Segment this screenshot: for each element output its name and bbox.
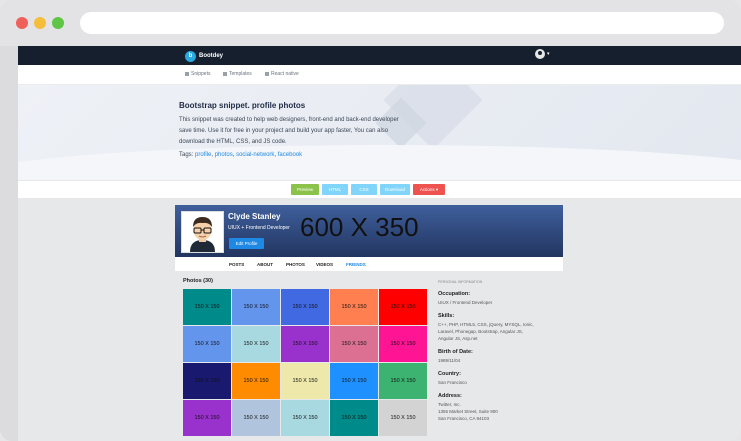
page-description: This snippet was created to help web des… [179, 117, 399, 145]
profile-tabs: POSTS ABOUT PHOTOS VIDEOS FRIENDS [175, 257, 563, 271]
photo-thumbnail[interactable]: 150 X 150 [232, 400, 280, 436]
profile-name: Clyde Stanley [228, 212, 281, 221]
photo-thumbnail[interactable]: 150 X 150 [379, 289, 427, 325]
address-bar[interactable] [80, 12, 724, 34]
brand-name: Bootdey [199, 53, 223, 59]
photo-thumbnail[interactable]: 150 X 150 [330, 289, 378, 325]
photo-thumbnail[interactable]: 150 X 150 [232, 363, 280, 399]
info-address: Address: Twitter, Inc. 1355 Market Stree… [438, 393, 498, 421]
page-title: Bootstrap snippet. profile photos [179, 101, 306, 110]
edit-profile-button[interactable]: Edit Profile [229, 238, 264, 249]
user-menu[interactable]: ▾ [535, 49, 550, 59]
download-button[interactable]: Download [380, 184, 410, 195]
photo-thumbnail[interactable]: 150 X 150 [379, 326, 427, 362]
photo-thumbnail[interactable]: 150 X 150 [379, 363, 427, 399]
cover-placeholder-text: 600 X 350 [300, 212, 419, 242]
avatar [181, 211, 224, 253]
info-skills: Skills: C++, PHP, HTML5, CSS, jQuery, MY… [438, 313, 534, 341]
mobile-icon [265, 72, 269, 76]
tag-link-photos[interactable]: photos [215, 152, 233, 158]
photo-thumbnail[interactable]: 150 X 150 [281, 400, 329, 436]
profile-cover: 600 X 350 Clyde Stanley UIUX + Frontend … [175, 205, 563, 257]
info-country: Country: San Francisco [438, 371, 467, 385]
photos-heading: Photos (30) [183, 278, 213, 284]
info-birth-date: Birth of Date: 1989/11/04 [438, 349, 473, 363]
template-icon [223, 72, 227, 76]
hero-section: Bootstrap snippet. profile photos This s… [18, 85, 741, 180]
info-occupation: Occupation: UIUX / Frontend Developer [438, 291, 493, 305]
action-bar: Preview HTML CSS Download Actions ▾ [18, 181, 741, 198]
tab-videos[interactable]: VIDEOS [316, 262, 333, 267]
photo-thumbnail[interactable]: 150 X 150 [330, 400, 378, 436]
maximize-window-dot[interactable] [52, 17, 64, 29]
personal-info: PERSONAL INFORMATION Occupation: UIUX / … [438, 280, 568, 429]
tag-link-social-network[interactable]: social-network [236, 152, 274, 158]
preview-button[interactable]: Preview [291, 184, 319, 195]
tab-friends[interactable]: FRIENDS [346, 262, 366, 267]
browser-chrome [0, 0, 741, 46]
photo-thumbnail[interactable]: 150 X 150 [183, 289, 231, 325]
minimize-window-dot[interactable] [34, 17, 46, 29]
info-header: PERSONAL INFORMATION [438, 280, 483, 284]
page-viewport: b Bootdey ▾ Snippets Templates React nat… [18, 46, 741, 441]
brand[interactable]: b Bootdey [185, 50, 223, 62]
photo-thumbnail[interactable]: 150 X 150 [379, 400, 427, 436]
top-navbar: b Bootdey ▾ [18, 46, 741, 65]
grid-icon [185, 72, 189, 76]
subnav-item-react-native[interactable]: React native [265, 71, 299, 77]
profile-role: UIUX + Frontend Developer [228, 225, 290, 231]
sub-navbar: Snippets Templates React native [18, 65, 741, 85]
tab-photos[interactable]: PHOTOS [286, 262, 305, 267]
tab-posts[interactable]: POSTS [229, 262, 244, 267]
photo-thumbnail[interactable]: 150 X 150 [330, 326, 378, 362]
css-button[interactable]: CSS [351, 184, 377, 195]
photo-thumbnail[interactable]: 150 X 150 [232, 326, 280, 362]
close-window-dot[interactable] [16, 17, 28, 29]
tag-link-facebook[interactable]: facebook [278, 152, 302, 158]
photo-thumbnail[interactable]: 150 X 150 [183, 363, 231, 399]
avatar-illustration-icon [182, 212, 223, 252]
chevron-down-icon: ▾ [547, 51, 550, 57]
tag-list: Tags: profile, photos, social-network, f… [179, 152, 303, 158]
brand-logo-icon: b [185, 50, 196, 62]
photo-thumbnail[interactable]: 150 X 150 [281, 289, 329, 325]
browser-window: b Bootdey ▾ Snippets Templates React nat… [0, 0, 741, 441]
html-button[interactable]: HTML [322, 184, 348, 195]
tag-link-profile[interactable]: profile [195, 152, 211, 158]
subnav-item-templates[interactable]: Templates [223, 71, 252, 77]
hero-wave [18, 145, 741, 180]
photo-thumbnail[interactable]: 150 X 150 [183, 400, 231, 436]
actions-dropdown-button[interactable]: Actions ▾ [413, 184, 445, 195]
tab-about[interactable]: ABOUT [257, 262, 273, 267]
photo-thumbnail[interactable]: 150 X 150 [183, 326, 231, 362]
photo-thumbnail[interactable]: 150 X 150 [330, 363, 378, 399]
photo-thumbnail[interactable]: 150 X 150 [281, 363, 329, 399]
photo-thumbnail[interactable]: 150 X 150 [281, 326, 329, 362]
user-avatar-icon [535, 49, 545, 59]
subnav-item-snippets[interactable]: Snippets [185, 71, 210, 77]
photo-thumbnail[interactable]: 150 X 150 [232, 289, 280, 325]
